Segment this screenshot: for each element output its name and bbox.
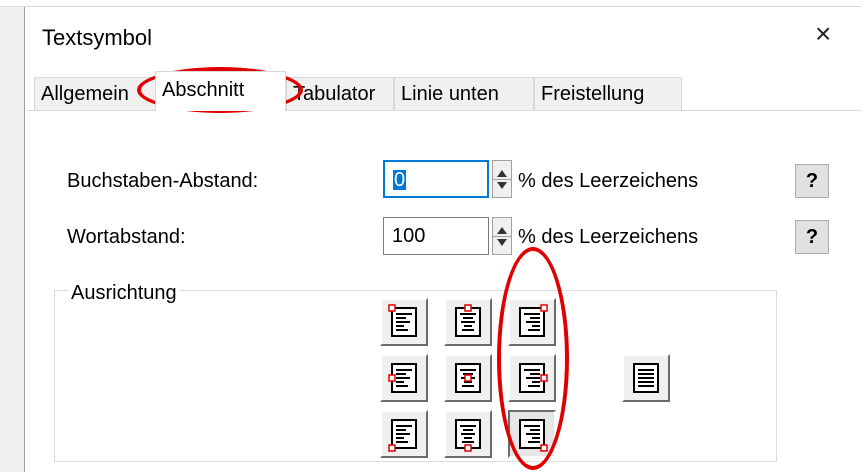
spin-down-icon[interactable] (497, 182, 507, 189)
close-icon[interactable]: × (815, 20, 831, 48)
alignment-group-title: Ausrichtung (68, 282, 180, 305)
word-spacing-input[interactable]: 100 (383, 217, 489, 255)
align-middle-right-icon (519, 363, 548, 393)
spin-down-icon[interactable] (497, 239, 507, 246)
align-bottom-center-icon (455, 419, 481, 452)
align-top-right-icon (519, 304, 548, 337)
dialog-title: Textsymbol (42, 25, 153, 50)
align-bottom-center-button[interactable] (444, 410, 492, 458)
align-bottom-right-icon (519, 419, 548, 452)
anchor-marker-icon (388, 304, 396, 312)
top-strip (0, 0, 861, 7)
align-middle-left-icon (388, 363, 417, 393)
letter-spacing-help-button[interactable]: ? (795, 164, 829, 198)
background-window-edge (0, 0, 24, 472)
align-justify-button[interactable] (622, 354, 670, 402)
align-top-right-button[interactable] (508, 298, 556, 346)
anchor-marker-icon (540, 374, 548, 382)
tab-abschnitt[interactable]: Abschnitt (155, 71, 286, 111)
spin-up-icon[interactable] (497, 170, 507, 177)
word-spacing-help-button[interactable]: ? (795, 220, 829, 254)
align-bottom-right-button[interactable] (508, 410, 556, 458)
textsymbol-dialog: Textsymbol × Allgemein Tabulator Linie u… (0, 0, 861, 472)
anchor-marker-icon (464, 374, 472, 382)
anchor-marker-icon (464, 304, 472, 312)
align-middle-center-button[interactable] (444, 354, 492, 402)
letter-spacing-input[interactable]: 0 (383, 160, 489, 198)
anchor-marker-icon (464, 444, 472, 452)
anchor-marker-icon (540, 444, 548, 452)
dialog-border (24, 0, 25, 472)
align-middle-left-button[interactable] (380, 354, 428, 402)
tab-linie-unten[interactable]: Linie unten (394, 77, 534, 110)
justify-icon (633, 363, 659, 393)
align-top-center-button[interactable] (444, 298, 492, 346)
word-spacing-stepper[interactable] (492, 217, 512, 255)
tab-tabulator[interactable]: Tabulator (286, 77, 394, 110)
spin-up-icon[interactable] (497, 227, 507, 234)
align-middle-right-button[interactable] (508, 354, 556, 402)
anchor-marker-icon (388, 374, 396, 382)
tab-freistellung[interactable]: Freistellung (534, 77, 682, 110)
anchor-marker-icon (388, 444, 396, 452)
align-top-left-button[interactable] (380, 298, 428, 346)
align-middle-center-icon (455, 363, 481, 393)
letter-spacing-unit: % des Leerzeichens (518, 170, 699, 192)
word-spacing-label: Wortabstand: (67, 226, 186, 248)
anchor-marker-icon (540, 304, 548, 312)
tab-allgemein[interactable]: Allgemein (34, 77, 156, 110)
align-top-center-icon (455, 304, 481, 337)
align-bottom-left-icon (388, 419, 417, 452)
word-spacing-value: 100 (392, 225, 426, 247)
align-bottom-left-button[interactable] (380, 410, 428, 458)
align-top-left-icon (388, 304, 417, 337)
word-spacing-unit: % des Leerzeichens (518, 226, 699, 248)
letter-spacing-label: Buchstaben-Abstand: (67, 170, 259, 192)
letter-spacing-value: 0 (393, 169, 407, 191)
letter-spacing-stepper[interactable] (492, 160, 512, 198)
